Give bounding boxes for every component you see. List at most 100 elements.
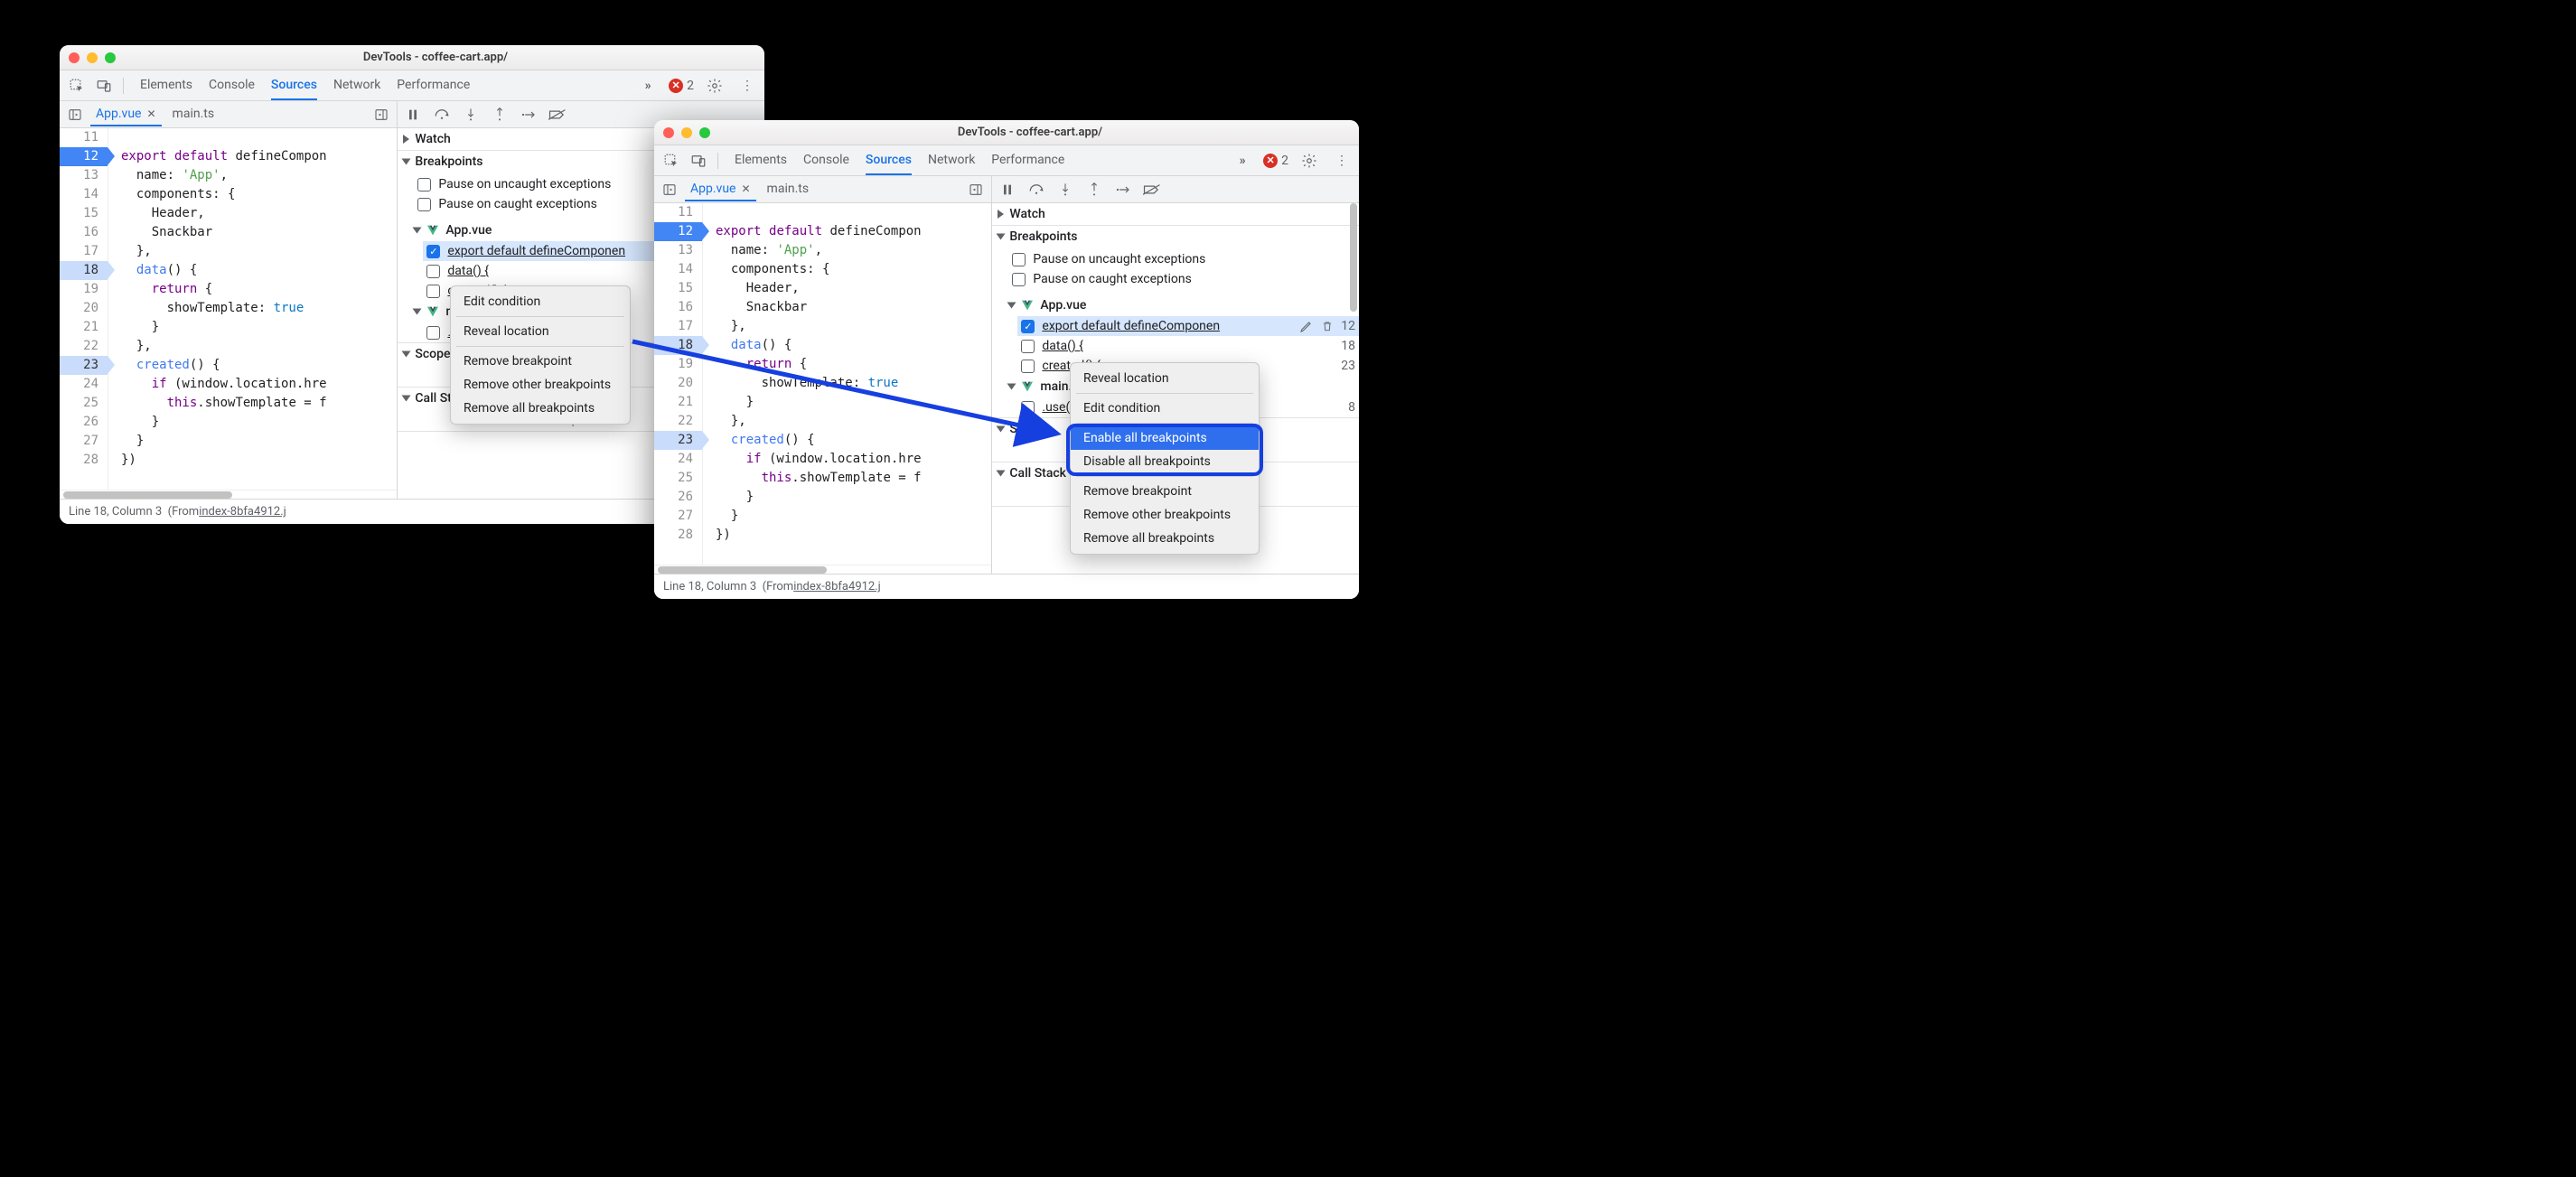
close-tab-icon[interactable]: ✕ [741,182,750,195]
menu-remove-breakpoint[interactable]: Remove breakpoint [1071,480,1259,503]
menu-remove-all-breakpoints[interactable]: Remove all breakpoints [1071,527,1259,550]
step-over-icon[interactable] [1026,180,1046,200]
v-scrollbar[interactable] [1350,203,1357,574]
checkbox-icon[interactable] [1021,360,1035,373]
checkbox-icon[interactable] [1021,320,1035,333]
checkbox-icon[interactable] [426,326,440,340]
navigator-toggle-icon[interactable] [65,105,85,125]
code-editor[interactable]: 111213141516171819202122232425262728 exp… [654,203,991,565]
tab-console[interactable]: Console [209,71,255,100]
checkbox-icon[interactable] [417,198,431,211]
error-count-badge[interactable]: ✕2 [1263,154,1288,168]
menu-disable-all-breakpoints[interactable]: Disable all breakpoints [1071,450,1259,473]
step-icon[interactable] [519,105,539,125]
delete-icon[interactable] [1321,319,1334,333]
settings-icon[interactable] [703,74,726,98]
section-title: Scope [415,347,450,361]
checkbox-icon[interactable] [1021,401,1035,415]
menu-remove-other-breakpoints[interactable]: Remove other breakpoints [451,373,630,397]
minimize-icon[interactable] [681,127,692,138]
code-content[interactable]: export default defineCompon name: 'App',… [108,128,397,490]
device-toolbar-icon[interactable] [687,149,710,173]
sourcemap-link[interactable]: index-8bfa4912.j [199,505,286,518]
checkbox-icon[interactable] [426,265,440,278]
tab-performance[interactable]: Performance [397,71,470,100]
debugger-toggle-icon[interactable] [966,180,986,200]
more-tabs-icon[interactable]: » [636,74,660,98]
close-tab-icon[interactable]: ✕ [146,107,155,120]
more-tabs-icon[interactable]: » [1231,149,1254,173]
file-tab-main-ts[interactable]: main.ts [167,103,220,126]
breakpoint-item[interactable]: data() {18 [1017,336,1359,356]
error-count-badge[interactable]: ✕2 [669,79,694,93]
traffic-lights[interactable] [69,52,116,63]
kebab-icon[interactable]: ⋮ [735,74,759,98]
deactivate-breakpoints-icon[interactable] [548,105,567,125]
menu-enable-all-breakpoints[interactable]: Enable all breakpoints [1071,426,1259,450]
step-out-icon[interactable] [490,105,510,125]
close-icon[interactable] [663,127,674,138]
tab-network[interactable]: Network [928,146,975,175]
h-scrollbar[interactable] [60,490,397,499]
inspect-icon[interactable] [65,74,89,98]
pause-resume-icon[interactable] [998,180,1017,200]
tab-console[interactable]: Console [803,146,849,175]
context-menu-after[interactable]: Reveal location Edit condition Enable al… [1070,362,1260,555]
step-over-icon[interactable] [432,105,452,125]
file-tab-app-vue[interactable]: App.vue ✕ [90,103,162,126]
menu-edit-condition[interactable]: Edit condition [451,290,630,313]
device-toolbar-icon[interactable] [92,74,116,98]
traffic-lights[interactable] [663,127,710,138]
step-icon[interactable] [1113,180,1133,200]
context-menu-before[interactable]: Edit condition Reveal location Remove br… [450,285,631,425]
file-tab-app-vue[interactable]: App.vue ✕ [685,178,756,201]
h-scrollbar[interactable] [654,565,991,574]
checkbox-icon[interactable] [1012,253,1026,266]
zoom-icon[interactable] [105,52,116,63]
cursor-position: Line 18, Column 3 [69,505,162,518]
close-icon[interactable] [69,52,80,63]
step-out-icon[interactable] [1084,180,1104,200]
pause-caught-checkbox[interactable]: Pause on caught exceptions [1008,269,1355,289]
navigator-toggle-icon[interactable] [660,180,679,200]
edit-icon[interactable] [1299,319,1314,333]
file-tab-main-ts[interactable]: main.ts [762,178,815,201]
tab-network[interactable]: Network [333,71,380,100]
tab-sources[interactable]: Sources [271,71,317,100]
kebab-icon[interactable]: ⋮ [1330,149,1354,173]
menu-remove-breakpoint[interactable]: Remove breakpoint [451,350,630,373]
checkbox-icon[interactable] [426,285,440,298]
pause-resume-icon[interactable] [403,105,423,125]
menu-reveal-location[interactable]: Reveal location [1071,367,1259,390]
file-tab-label: App.vue [690,182,735,196]
menu-reveal-location[interactable]: Reveal location [451,320,630,343]
line-gutter[interactable]: 111213141516171819202122232425262728 [60,128,108,490]
tab-elements[interactable]: Elements [140,71,192,100]
tab-sources[interactable]: Sources [866,146,912,175]
settings-icon[interactable] [1297,149,1321,173]
code-content[interactable]: export default defineCompon name: 'App',… [703,203,991,565]
minimize-icon[interactable] [87,52,98,63]
menu-remove-other-breakpoints[interactable]: Remove other breakpoints [1071,503,1259,527]
step-into-icon[interactable] [461,105,481,125]
checkbox-icon[interactable] [1012,273,1026,286]
breakpoint-item[interactable]: export default defineComponen 12 [1017,316,1359,336]
tab-performance[interactable]: Performance [991,146,1064,175]
code-editor[interactable]: 111213141516171819202122232425262728 exp… [60,128,397,490]
menu-edit-condition[interactable]: Edit condition [1071,397,1259,420]
inspect-icon[interactable] [660,149,683,173]
deactivate-breakpoints-icon[interactable] [1142,180,1162,200]
step-into-icon[interactable] [1055,180,1075,200]
breakpoint-file-header[interactable]: App.vue [992,294,1359,316]
checkbox-icon[interactable] [1021,340,1035,353]
tab-elements[interactable]: Elements [735,146,787,175]
line-gutter[interactable]: 111213141516171819202122232425262728 [654,203,703,565]
menu-remove-all-breakpoints[interactable]: Remove all breakpoints [451,397,630,420]
pause-uncaught-checkbox[interactable]: Pause on uncaught exceptions [1008,249,1355,269]
zoom-icon[interactable] [699,127,710,138]
checkbox-icon[interactable] [426,245,440,258]
debugger-toggle-icon[interactable] [371,105,391,125]
file-label: App.vue [1040,298,1086,313]
checkbox-icon[interactable] [417,178,431,191]
sourcemap-link[interactable]: index-8bfa4912.j [793,580,881,593]
